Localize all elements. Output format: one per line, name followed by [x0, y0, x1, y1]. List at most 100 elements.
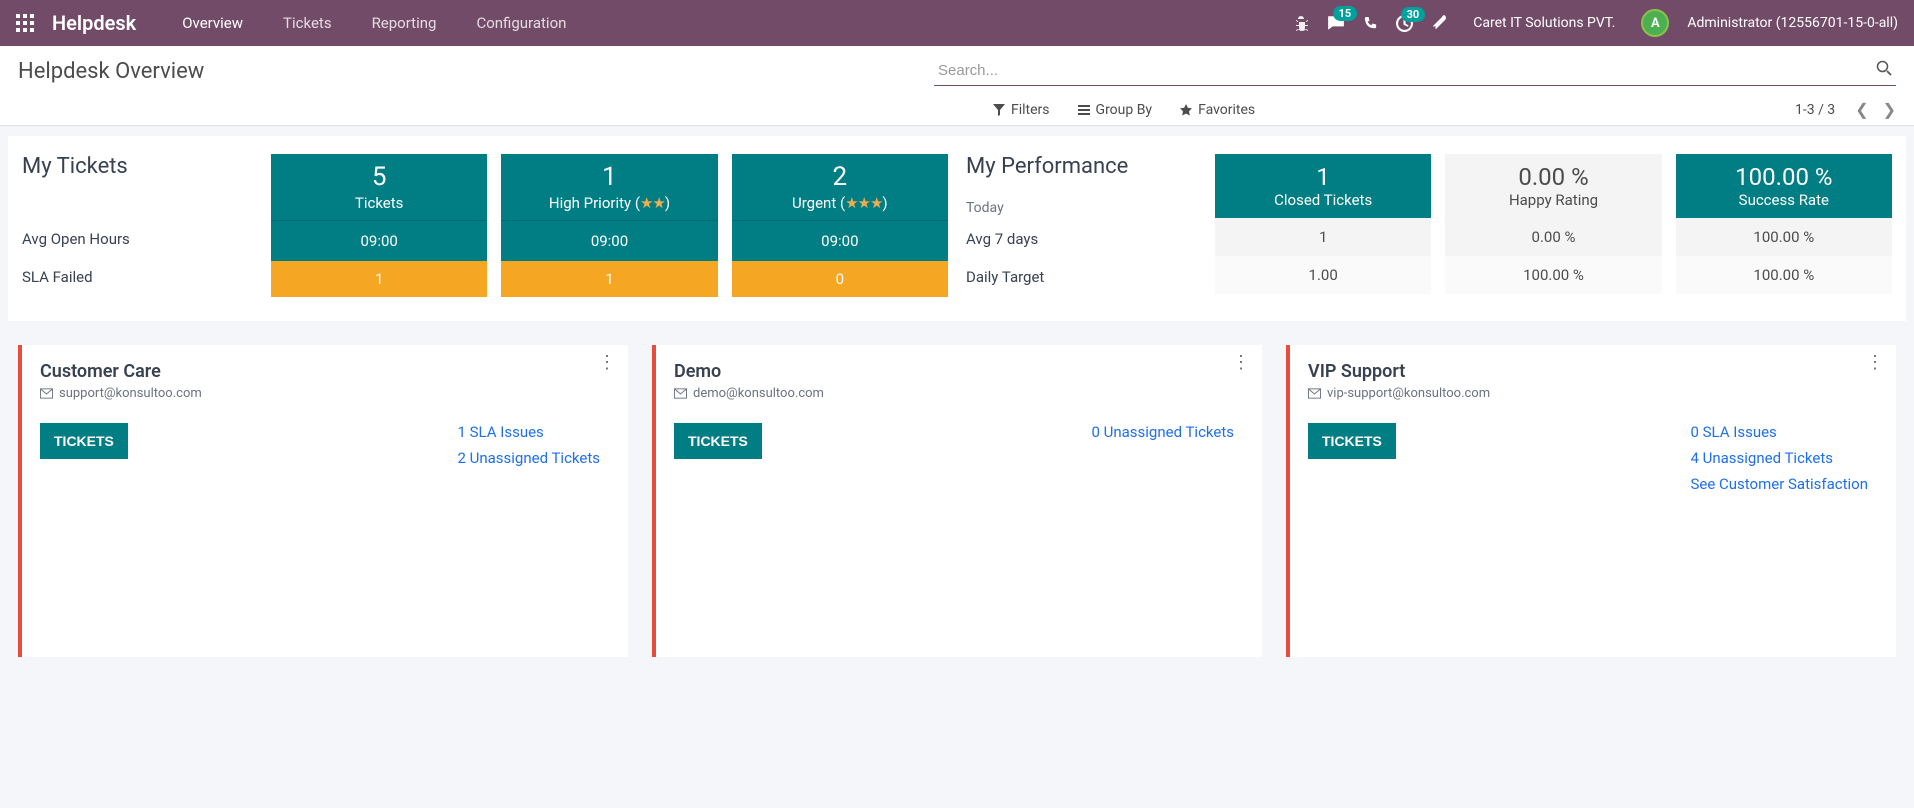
- perf-stat-col[interactable]: 100.00 % Success Rate 100.00 % 100.00 %: [1676, 154, 1892, 297]
- avg7-label: Avg 7 days: [966, 228, 1038, 248]
- my-tickets-title: My Tickets: [22, 154, 128, 198]
- mail-icon: [674, 388, 687, 399]
- team-email: demo@konsultoo.com: [674, 386, 1244, 401]
- phone-icon[interactable]: [1363, 16, 1378, 31]
- tickets-button[interactable]: TICKETS: [674, 423, 762, 459]
- my-tickets-labels: My Tickets Avg Open Hours SLA Failed: [22, 154, 257, 297]
- team-link[interactable]: 0 SLA Issues: [1690, 423, 1868, 441]
- team-link[interactable]: See Customer Satisfaction: [1690, 475, 1868, 493]
- perf-label: Closed Tickets: [1274, 191, 1372, 209]
- bug-icon[interactable]: [1293, 15, 1309, 31]
- stat-sla-failed: 1: [501, 261, 717, 297]
- stat-label: Urgent (★★★): [736, 194, 944, 212]
- ticket-stat-col[interactable]: 2 Urgent (★★★) 09:00 0: [732, 154, 948, 297]
- filters-label: Filters: [1011, 102, 1050, 118]
- nav-reporting[interactable]: Reporting: [372, 14, 437, 32]
- perf-target: 1.00: [1215, 256, 1431, 294]
- team-link[interactable]: 2 Unassigned Tickets: [457, 449, 600, 467]
- tickets-button[interactable]: TICKETS: [40, 423, 128, 459]
- stat-label: Tickets: [275, 194, 483, 212]
- team-card: ⋮ VIP Support vip-support@konsultoo.com …: [1286, 345, 1896, 657]
- filters-button[interactable]: Filters: [993, 102, 1050, 118]
- apps-icon[interactable]: [16, 14, 34, 32]
- perf-label: Success Rate: [1739, 191, 1829, 209]
- pager-value[interactable]: 1-3 / 3: [1795, 102, 1835, 118]
- team-name[interactable]: Customer Care: [40, 361, 610, 382]
- user-menu[interactable]: Administrator (12556701-15-0-all): [1687, 15, 1898, 31]
- team-card: ⋮ Demo demo@konsultoo.com TICKETS 0 Unas…: [652, 345, 1262, 657]
- sla-failed-label: SLA Failed: [22, 266, 93, 286]
- perf-target: 100.00 %: [1445, 256, 1661, 294]
- search-input[interactable]: [934, 56, 1896, 86]
- team-name[interactable]: Demo: [674, 361, 1244, 382]
- team-name[interactable]: VIP Support: [1308, 361, 1878, 382]
- stat-big: 2: [736, 162, 944, 192]
- favorites-label: Favorites: [1198, 102, 1255, 118]
- stat-label: High Priority (★★): [505, 194, 713, 212]
- my-tickets-block: My Tickets Avg Open Hours SLA Failed 5 T…: [22, 154, 948, 297]
- avatar[interactable]: A: [1641, 9, 1669, 37]
- mail-icon: [1308, 388, 1321, 399]
- perf-stat-col[interactable]: 0.00 % Happy Rating 0.00 % 100.00 %: [1445, 154, 1661, 297]
- top-nav: Helpdesk Overview Tickets Reporting Conf…: [0, 0, 1914, 46]
- my-performance-labels: My Performance Today Avg 7 days Daily Ta…: [966, 154, 1201, 297]
- groupby-label: Group By: [1096, 102, 1153, 118]
- perf-avg7: 100.00 %: [1676, 218, 1892, 256]
- daily-target-label: Daily Target: [966, 266, 1044, 286]
- team-link[interactable]: 4 Unassigned Tickets: [1690, 449, 1868, 467]
- perf-stat-col[interactable]: 1 Closed Tickets 1 1.00: [1215, 154, 1431, 297]
- stat-avg-hours: 09:00: [271, 221, 487, 261]
- perf-target: 100.00 %: [1676, 256, 1892, 294]
- my-performance-title: My Performance: [966, 154, 1128, 198]
- team-email: vip-support@konsultoo.com: [1308, 386, 1878, 401]
- today-label: Today: [966, 200, 1004, 216]
- kebab-icon[interactable]: ⋮: [1866, 359, 1884, 366]
- stat-big: 1: [505, 162, 713, 192]
- nav-tickets[interactable]: Tickets: [283, 14, 332, 32]
- perf-avg7: 0.00 %: [1445, 218, 1661, 256]
- activities-icon[interactable]: 30: [1396, 15, 1413, 32]
- perf-label: Happy Rating: [1509, 191, 1598, 209]
- ticket-stat-col[interactable]: 5 Tickets 09:00 1: [271, 154, 487, 297]
- kebab-icon[interactable]: ⋮: [598, 359, 616, 366]
- mail-icon: [40, 388, 53, 399]
- pager-next-icon[interactable]: ❯: [1883, 100, 1896, 119]
- stat-big: 5: [275, 162, 483, 192]
- stat-sla-failed: 1: [271, 261, 487, 297]
- perf-big: 100.00 %: [1735, 163, 1832, 191]
- messages-icon[interactable]: 15: [1327, 14, 1345, 32]
- pager-prev-icon[interactable]: ❮: [1855, 100, 1868, 119]
- team-links: 0 Unassigned Tickets: [1091, 423, 1244, 459]
- team-links: 1 SLA Issues 2 Unassigned Tickets: [457, 423, 610, 467]
- stat-sla-failed: 0: [732, 261, 948, 297]
- nav-configuration[interactable]: Configuration: [476, 14, 566, 32]
- avg-open-hours-label: Avg Open Hours: [22, 228, 130, 248]
- team-link[interactable]: 0 Unassigned Tickets: [1091, 423, 1234, 441]
- wrench-icon[interactable]: [1431, 15, 1447, 31]
- search-wrap: [934, 56, 1896, 86]
- groupby-button[interactable]: Group By: [1078, 102, 1153, 118]
- control-panel: Helpdesk Overview Filters Group By Favor…: [0, 46, 1914, 126]
- team-cards: ⋮ Customer Care support@konsultoo.com TI…: [0, 321, 1914, 681]
- team-links: 0 SLA Issues 4 Unassigned Tickets See Cust…: [1690, 423, 1878, 493]
- stats-panel: My Tickets Avg Open Hours SLA Failed 5 T…: [8, 136, 1906, 321]
- team-link[interactable]: 1 SLA Issues: [457, 423, 600, 441]
- my-performance-block: My Performance Today Avg 7 days Daily Ta…: [966, 154, 1892, 297]
- team-email: support@konsultoo.com: [40, 386, 610, 401]
- kebab-icon[interactable]: ⋮: [1232, 359, 1250, 366]
- search-icon[interactable]: [1876, 60, 1892, 80]
- stat-avg-hours: 09:00: [501, 221, 717, 261]
- activities-badge: 30: [1401, 7, 1426, 22]
- systray: 15 30 Caret IT Solutions PVT. A Administ…: [1293, 9, 1898, 37]
- perf-big: 1: [1316, 163, 1330, 191]
- app-brand[interactable]: Helpdesk: [52, 11, 136, 35]
- company-switcher[interactable]: Caret IT Solutions PVT.: [1473, 15, 1615, 31]
- perf-avg7: 1: [1215, 218, 1431, 256]
- ticket-stat-col[interactable]: 1 High Priority (★★) 09:00 1: [501, 154, 717, 297]
- nav-links: Overview Tickets Reporting Configuration: [182, 14, 566, 32]
- tickets-button[interactable]: TICKETS: [1308, 423, 1396, 459]
- favorites-button[interactable]: Favorites: [1180, 102, 1255, 118]
- nav-overview[interactable]: Overview: [182, 14, 243, 32]
- perf-big: 0.00 %: [1518, 163, 1588, 191]
- messages-badge: 15: [1333, 6, 1358, 21]
